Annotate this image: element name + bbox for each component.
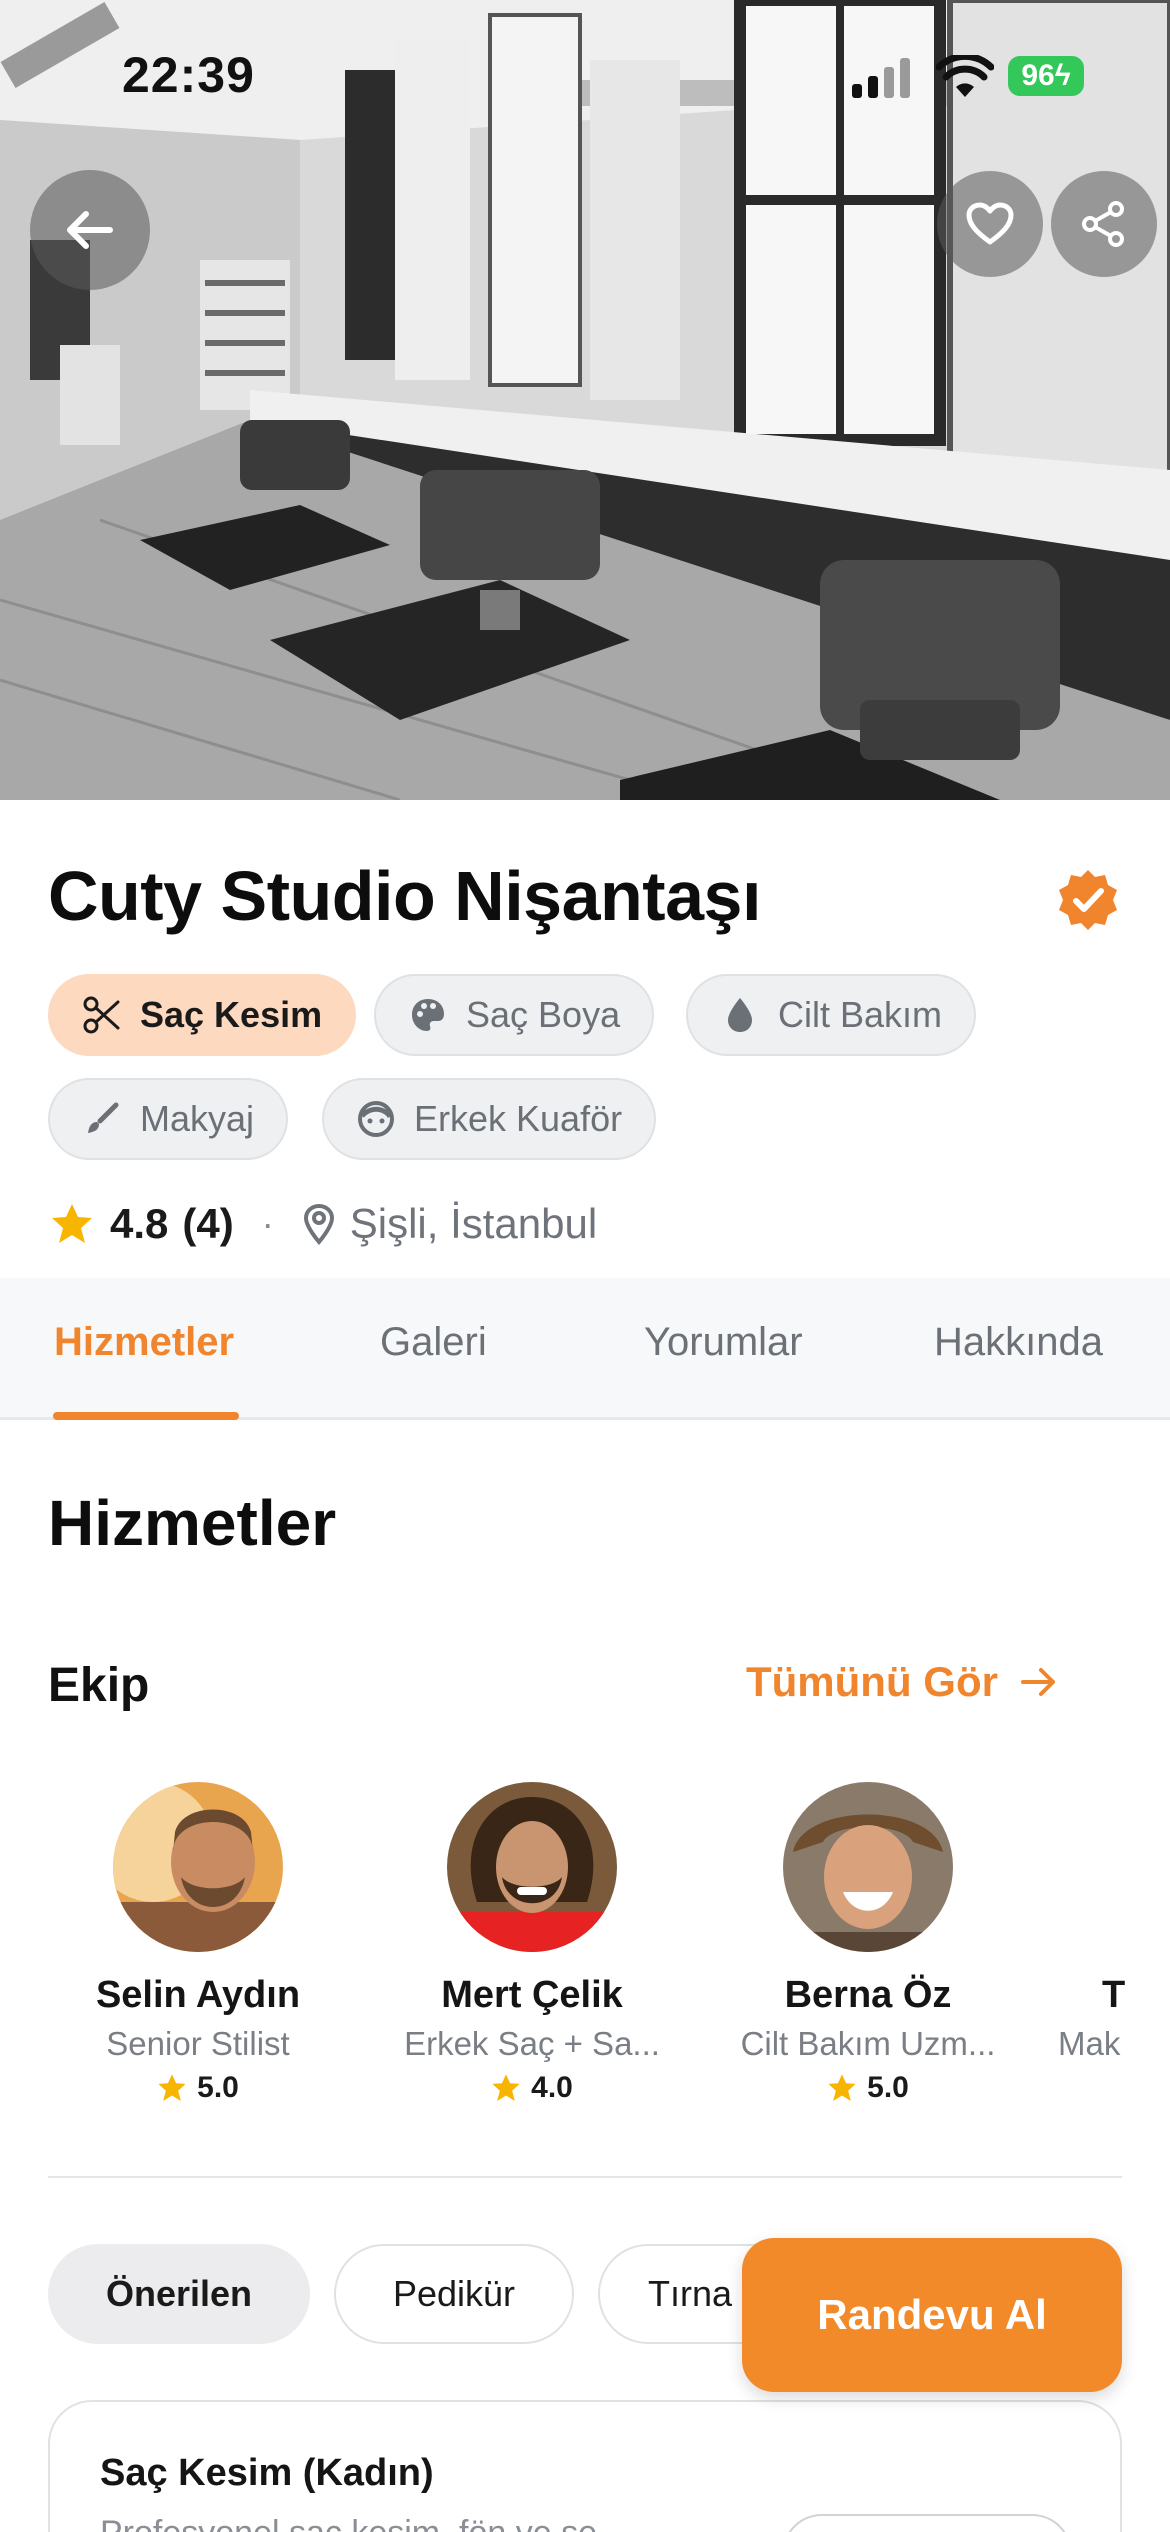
tab-bar: Hizmetler Galeri Yorumlar Hakkında bbox=[0, 1278, 1170, 1420]
avatar bbox=[783, 1782, 953, 1952]
battery-indicator: 96ϟ bbox=[1008, 56, 1084, 96]
location-pin-icon bbox=[303, 1203, 334, 1245]
star-icon bbox=[828, 2074, 856, 2101]
avatar bbox=[447, 1782, 617, 1952]
palette-icon bbox=[408, 995, 448, 1035]
category-chip-cilt-bakim[interactable]: Cilt Bakım bbox=[686, 974, 977, 1056]
share-icon bbox=[1082, 201, 1124, 247]
category-chip-label: Makyaj bbox=[140, 1098, 255, 1139]
member-role: Cilt Bakım Uzm... bbox=[740, 2025, 996, 2062]
filter-pedikur[interactable]: Pedikür bbox=[334, 2244, 574, 2344]
wifi-icon bbox=[936, 55, 994, 97]
category-chip-label: Saç Kesim bbox=[140, 994, 323, 1035]
see-all-button[interactable]: Tümünü Gör bbox=[746, 1658, 1058, 1706]
salon-name: Cuty Studio Nişantaşı bbox=[48, 857, 761, 935]
member-name: Selin Aydın bbox=[95, 1974, 301, 2016]
member-rating-value: 4.0 bbox=[531, 2071, 573, 2104]
category-chip-label: Erkek Kuaför bbox=[414, 1098, 623, 1139]
tab-galeri[interactable]: Galeri bbox=[380, 1320, 487, 1365]
arrow-left-icon bbox=[67, 211, 113, 249]
member-rating: 5.0 bbox=[38, 2071, 358, 2105]
back-button[interactable] bbox=[30, 170, 150, 290]
section-title: Hizmetler bbox=[48, 1487, 337, 1559]
face-icon bbox=[356, 1099, 396, 1139]
droplet-icon bbox=[720, 995, 760, 1035]
team-member-card[interactable]: T Mak bbox=[1046, 1782, 1170, 2063]
rating-value: 4.8 bbox=[110, 1200, 169, 1247]
category-chip-makyaj[interactable]: Makyaj bbox=[48, 1078, 289, 1160]
avatar bbox=[1046, 1782, 1170, 1952]
divider bbox=[48, 2176, 1122, 2178]
member-role: Mak bbox=[1058, 2025, 1121, 2062]
rating-location-row: 4.8 (4) · Şişli, İstanbul bbox=[50, 1194, 597, 1254]
service-description: Profesyonel saç kesim, fön ve şe bbox=[100, 2514, 740, 2532]
share-button[interactable] bbox=[1051, 171, 1157, 277]
team-member-card[interactable]: Selin Aydın Senior Stilist 5.0 bbox=[38, 1782, 358, 2105]
verified-badge-icon bbox=[1059, 870, 1117, 930]
separator: · bbox=[261, 1203, 274, 1244]
status-bar: 22:39 96ϟ bbox=[0, 0, 1170, 150]
member-name: Mert Çelik bbox=[441, 1974, 623, 2016]
tab-hakkinda[interactable]: Hakkında bbox=[934, 1320, 1103, 1365]
arrow-right-icon bbox=[1020, 1668, 1055, 1696]
member-role: Erkek Saç + Sa... bbox=[404, 2025, 660, 2062]
book-appointment-label: Randevu Al bbox=[817, 2291, 1047, 2338]
signal-icon bbox=[852, 58, 910, 98]
team-label: Ekip bbox=[48, 1659, 150, 1712]
scissors-icon bbox=[82, 995, 122, 1035]
battery-level: 96 bbox=[1021, 59, 1055, 92]
category-chip-erkek-kuafor[interactable]: Erkek Kuaför bbox=[322, 1078, 657, 1160]
star-icon bbox=[492, 2074, 520, 2101]
tab-yorumlar[interactable]: Yorumlar bbox=[644, 1320, 803, 1365]
member-rating: 5.0 bbox=[708, 2071, 1028, 2105]
hero-image: 22:39 96ϟ bbox=[0, 0, 1170, 800]
tab-hizmetler[interactable]: Hizmetler bbox=[54, 1320, 234, 1365]
category-chip-label: Cilt Bakım bbox=[778, 994, 943, 1035]
see-all-label: Tümünü Gör bbox=[746, 1658, 998, 1705]
star-icon bbox=[158, 2074, 186, 2101]
member-rating: 4.0 bbox=[372, 2071, 692, 2105]
service-card[interactable]: Saç Kesim (Kadın) Profesyonel saç kesim,… bbox=[48, 2400, 1122, 2532]
avatar bbox=[113, 1782, 283, 1952]
member-name: T bbox=[1102, 1974, 1126, 2016]
member-rating-value: 5.0 bbox=[867, 2071, 909, 2104]
category-chip-sac-kesim[interactable]: Saç Kesim bbox=[48, 974, 357, 1056]
status-time: 22:39 bbox=[122, 47, 255, 103]
service-name: Saç Kesim (Kadın) bbox=[100, 2452, 434, 2494]
category-chip-sac-boya[interactable]: Saç Boya bbox=[374, 974, 655, 1056]
heart-icon bbox=[966, 202, 1014, 245]
filter-onerilen[interactable]: Önerilen bbox=[48, 2244, 310, 2344]
member-role: Senior Stilist bbox=[106, 2025, 290, 2062]
location-text[interactable]: Şişli, İstanbul bbox=[350, 1200, 597, 1248]
member-rating-value: 5.0 bbox=[197, 2071, 239, 2104]
brush-icon bbox=[82, 1099, 122, 1139]
team-member-card[interactable]: Berna Öz Cilt Bakım Uzm... 5.0 bbox=[708, 1782, 1028, 2105]
review-count[interactable]: (4) bbox=[182, 1200, 233, 1248]
service-select-button[interactable] bbox=[782, 2514, 1072, 2532]
favorite-button[interactable] bbox=[937, 171, 1043, 277]
star-icon bbox=[52, 1204, 92, 1243]
member-name: Berna Öz bbox=[784, 1974, 952, 2016]
team-member-card[interactable]: Mert Çelik Erkek Saç + Sa... 4.0 bbox=[372, 1782, 692, 2105]
book-appointment-button[interactable]: Randevu Al bbox=[742, 2238, 1122, 2392]
active-tab-indicator bbox=[53, 1412, 239, 1420]
charging-icon: ϟ bbox=[1054, 59, 1071, 92]
category-chip-label: Saç Boya bbox=[466, 994, 621, 1035]
